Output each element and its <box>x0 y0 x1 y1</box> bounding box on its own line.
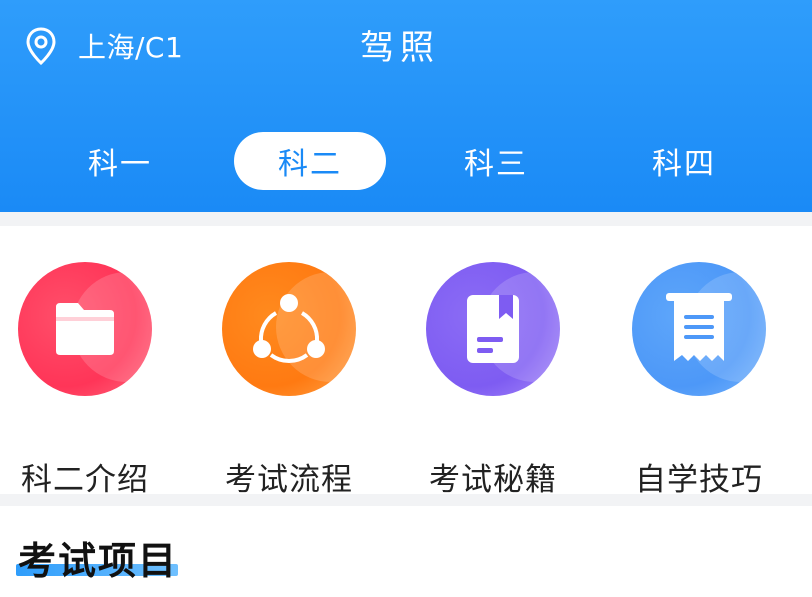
folder-icon <box>56 303 114 355</box>
feature-exam-tips-label: 考试秘籍 <box>429 462 557 498</box>
tab-subject-4[interactable]: 科四 <box>608 132 760 190</box>
section-divider <box>0 494 812 506</box>
location-selector[interactable]: 上海/C1 <box>24 26 183 66</box>
section-title: 考试项目 <box>18 539 179 583</box>
feature-exam-process-badge <box>222 262 356 396</box>
feature-introduction[interactable]: 科二介绍 <box>0 262 190 498</box>
feature-introduction-badge <box>18 262 152 396</box>
tab-subject-1[interactable]: 科一 <box>44 132 196 190</box>
location-text: 上海/C1 <box>78 31 184 64</box>
bookmark-book-icon <box>467 295 519 363</box>
feature-exam-tips-badge <box>426 262 560 396</box>
feature-self-study[interactable]: 自学技巧 <box>594 262 804 498</box>
feature-exam-tips[interactable]: 考试秘籍 <box>388 262 598 498</box>
share-nodes-icon <box>253 294 325 363</box>
feature-self-study-label: 自学技巧 <box>635 462 763 498</box>
page-title: 驾照 <box>360 28 440 68</box>
subject-tabs: 科一 科二 科三 科四 <box>0 132 812 190</box>
header-bar: 上海/C1 驾照 科一 科二 科三 科四 <box>0 0 812 212</box>
feature-introduction-label: 科二介绍 <box>21 462 149 498</box>
location-pin-icon <box>26 27 56 66</box>
feature-self-study-badge <box>632 262 766 396</box>
receipt-icon <box>666 293 732 361</box>
feature-exam-process[interactable]: 考试流程 <box>184 262 394 498</box>
exam-items-section: 考试项目 <box>0 506 812 597</box>
tab-subject-3[interactable]: 科三 <box>420 132 572 190</box>
feature-grid: 科二介绍 考试流程 考试秘籍 自学技巧 <box>0 226 812 498</box>
feature-exam-process-label: 考试流程 <box>225 462 353 498</box>
tab-subject-2[interactable]: 科二 <box>234 132 386 190</box>
section-divider <box>0 212 812 226</box>
